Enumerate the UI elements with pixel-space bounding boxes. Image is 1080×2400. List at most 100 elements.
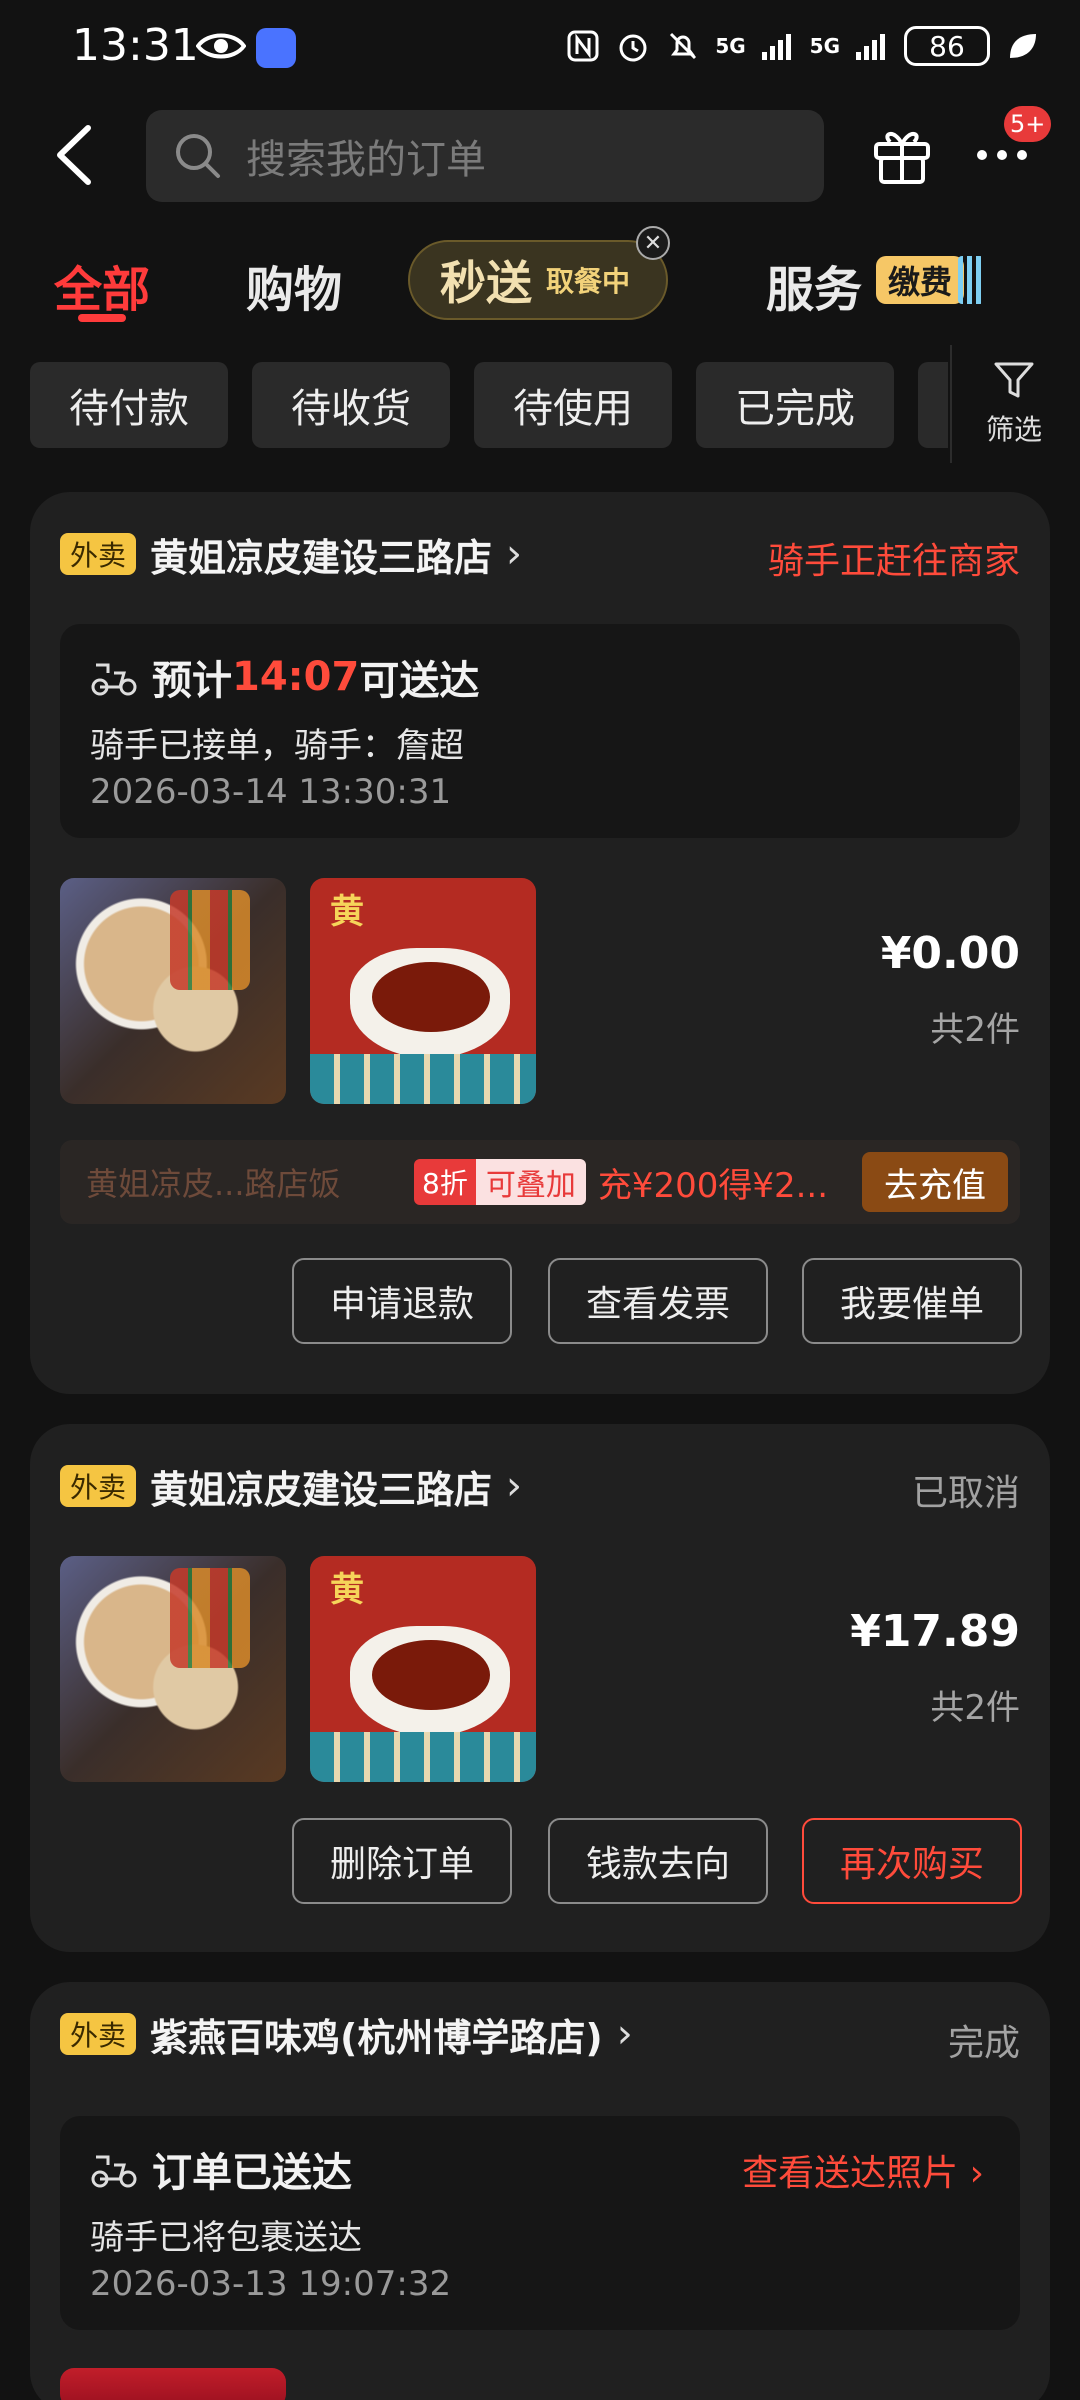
view-delivery-photo-link[interactable]: 查看送达照片 › — [742, 2144, 984, 2196]
order-card[interactable]: 外卖 黄姐凉皮建设三路店 › 已取消 黄 ¥17.89 共2件 删除订单 钱款去… — [30, 1424, 1050, 1952]
item-count: 共2件 — [930, 1688, 1020, 1728]
filter-label: 筛选 — [985, 413, 1042, 446]
battery-level: 86 — [929, 29, 965, 63]
store-name: 黄姐凉皮建设三路店 — [150, 535, 493, 580]
order-status: 已取消 — [911, 1473, 1020, 1514]
signal-icon-1 — [761, 34, 791, 60]
eta-prefix: 预计 — [152, 658, 232, 704]
app-notification-icon — [256, 28, 296, 68]
battery-indicator: 86 — [904, 26, 990, 66]
delivery-eta: 预计 14:07 可送达 — [90, 648, 479, 706]
discount-stackable: 可叠加 — [475, 1159, 586, 1205]
status-filter-chips: 待付款 待收货 待使用 已完成 — [0, 362, 1080, 448]
view-delivery-photo-label: 查看送达照片 — [742, 2153, 959, 2194]
network-5g-label-2: 5G — [809, 34, 840, 58]
order-status: 完成 — [947, 2023, 1020, 2064]
filter-divider — [950, 345, 952, 463]
tab-service[interactable]: 服务 — [766, 250, 862, 320]
eta-time: 14:07 — [232, 654, 360, 700]
filter-button[interactable]: 筛选 — [966, 358, 1062, 454]
promo-banner[interactable]: 黄姐凉皮...路店饭 8折 可叠加 充¥200得¥2... 去充值 — [60, 1140, 1020, 1224]
back-icon[interactable] — [48, 120, 108, 190]
order-type-tag: 外卖 — [60, 2013, 137, 2055]
promo-offer: 充¥200得¥2... — [597, 1165, 829, 1206]
more-options-icon[interactable] — [972, 140, 1032, 170]
status-time: 13:31 — [72, 20, 199, 71]
request-refund-button[interactable]: 申请退款 — [292, 1258, 512, 1344]
order-status: 骑手正赶往商家 — [767, 541, 1020, 582]
delete-order-button[interactable]: 删除订单 — [292, 1818, 512, 1904]
order-timestamp: 2026-03-13 19:07:32 — [90, 2264, 452, 2304]
store-row[interactable]: 外卖 黄姐凉皮建设三路店 › — [60, 524, 522, 584]
product-image[interactable]: 黄 — [310, 878, 536, 1104]
delivery-info-panel[interactable]: 订单已送达 查看送达照片 › 骑手已将包裹送达 2026-03-13 19:07… — [60, 2116, 1020, 2330]
order-type-tag: 外卖 — [60, 533, 137, 575]
eye-icon — [196, 33, 246, 59]
mute-bell-icon — [670, 32, 697, 60]
scooter-icon — [91, 2155, 137, 2188]
order-timestamp: 2026-03-14 13:30:31 — [90, 772, 452, 812]
scooter-icon — [91, 663, 137, 696]
buy-again-button[interactable]: 再次购买 — [802, 1818, 1022, 1904]
search-placeholder: 搜索我的订单 — [246, 137, 486, 183]
eta-suffix: 可送达 — [359, 658, 480, 704]
chip-pending-payment[interactable]: 待付款 — [30, 362, 228, 448]
delivery-info-panel[interactable]: 预计 14:07 可送达 骑手已接单，骑手：詹超 2026-03-14 13:3… — [60, 624, 1020, 838]
urge-order-button[interactable]: 我要催单 — [802, 1258, 1022, 1344]
promo-store-name: 黄姐凉皮...路店饭 — [86, 1165, 341, 1203]
funnel-icon — [994, 362, 1034, 398]
leaf-icon — [1010, 34, 1036, 58]
product-image[interactable] — [60, 2368, 286, 2400]
tab-all[interactable]: 全部 — [54, 250, 150, 320]
service-fee-badge: 缴费 — [876, 256, 965, 304]
gift-icon[interactable] — [872, 122, 932, 186]
discount-badge: 8折 可叠加 — [414, 1159, 586, 1205]
notification-badge: 5+ — [1004, 106, 1052, 142]
chip-completed[interactable]: 已完成 — [696, 362, 894, 448]
chip-overflow[interactable] — [918, 362, 948, 448]
chip-pending-receipt[interactable]: 待收货 — [252, 362, 450, 448]
fee-badge-decoration — [958, 256, 984, 304]
rider-info: 骑手已将包裹送达 — [90, 2218, 362, 2258]
delivery-title-row: 订单已送达 — [90, 2140, 352, 2198]
tab-express-status: 取餐中 — [546, 265, 631, 298]
tab-shopping[interactable]: 购物 — [246, 250, 342, 320]
signal-icon-2 — [856, 34, 885, 60]
chevron-right-icon: › — [616, 2011, 633, 2057]
product-image[interactable] — [60, 1556, 286, 1782]
product-image[interactable]: 黄 — [310, 1556, 536, 1782]
tab-express-label: 秒送 — [440, 256, 532, 310]
order-type-tag: 外卖 — [60, 1465, 137, 1507]
rider-info: 骑手已接单，骑手：詹超 — [90, 726, 464, 766]
item-count: 共2件 — [930, 1010, 1020, 1050]
store-row[interactable]: 外卖 黄姐凉皮建设三路店 › — [60, 1456, 522, 1516]
order-price: ¥17.89 — [850, 1606, 1020, 1657]
network-5g-label-1: 5G — [715, 34, 746, 58]
tab-active-indicator — [78, 314, 126, 322]
order-card[interactable]: 外卖 紫燕百味鸡(杭州博学路店) › 完成 订单已送达 查看送达照片 › 骑手已… — [30, 1982, 1050, 2400]
order-card[interactable]: 外卖 黄姐凉皮建设三路店 › 骑手正赶往商家 预计 14:07 可送达 骑手已接… — [30, 492, 1050, 1394]
chevron-right-icon: › — [506, 1463, 523, 1509]
tab-express[interactable]: 秒送 取餐中 — [408, 240, 668, 320]
close-icon[interactable]: ✕ — [636, 226, 670, 260]
search-input[interactable]: 搜索我的订单 — [146, 110, 824, 202]
search-icon — [176, 134, 220, 178]
chevron-right-icon: › — [969, 2153, 984, 2194]
product-image-logo: 黄 — [330, 1570, 364, 1610]
status-bar: 13:31 5G 5G 86 — [0, 0, 1080, 100]
view-invoice-button[interactable]: 查看发票 — [548, 1258, 768, 1344]
product-image[interactable] — [60, 878, 286, 1104]
alarm-icon — [619, 34, 647, 62]
recharge-button[interactable]: 去充值 — [862, 1152, 1008, 1212]
chevron-right-icon: › — [506, 531, 523, 577]
refund-tracking-button[interactable]: 钱款去向 — [548, 1818, 768, 1904]
product-image-logo: 黄 — [330, 892, 364, 932]
store-row[interactable]: 外卖 紫燕百味鸡(杭州博学路店) › — [60, 2004, 633, 2064]
store-name: 黄姐凉皮建设三路店 — [150, 1467, 493, 1512]
order-price: ¥0.00 — [880, 928, 1020, 979]
discount-rate: 8折 — [414, 1159, 476, 1205]
store-name: 紫燕百味鸡(杭州博学路店) — [150, 2015, 603, 2060]
nfc-icon — [567, 30, 599, 62]
delivery-title: 订单已送达 — [152, 2150, 352, 2196]
chip-pending-use[interactable]: 待使用 — [474, 362, 672, 448]
